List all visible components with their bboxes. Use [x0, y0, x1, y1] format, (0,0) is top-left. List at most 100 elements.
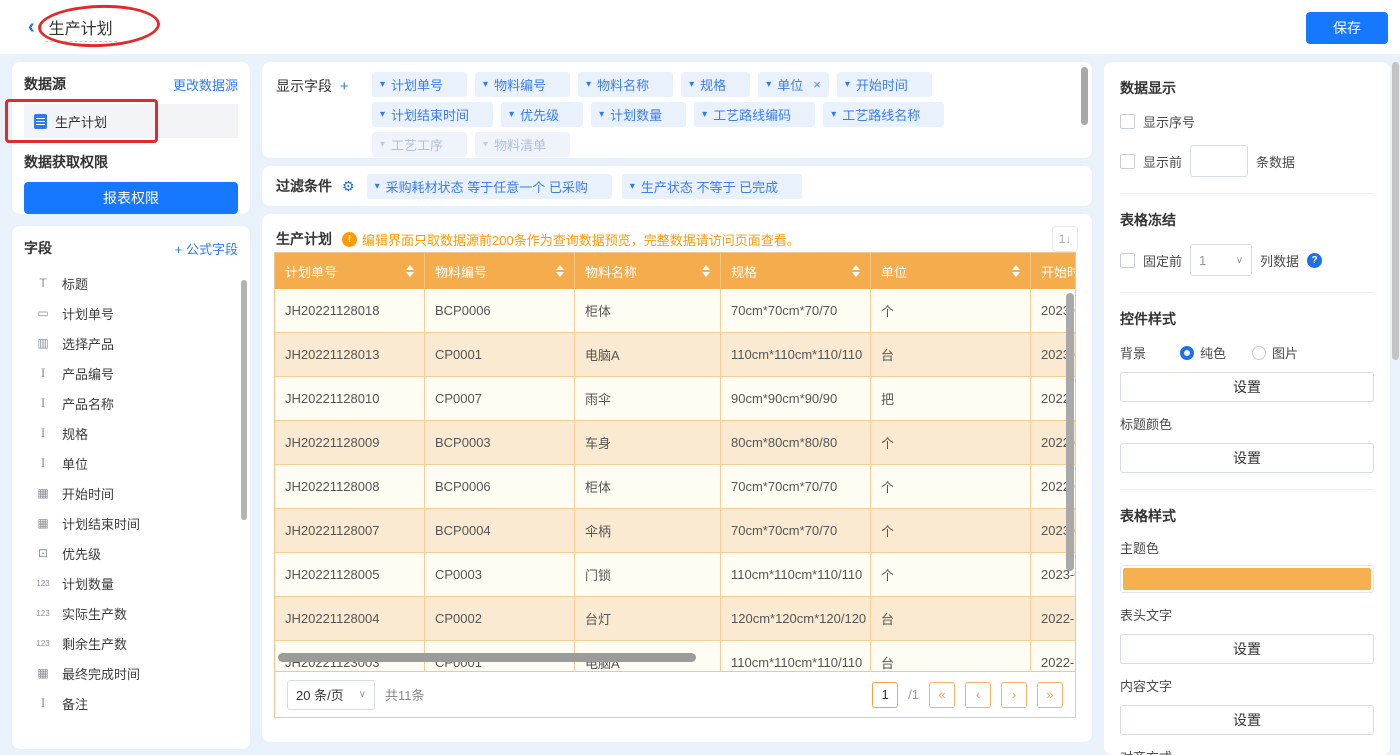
background-set-button[interactable]: 设置: [1120, 372, 1374, 402]
sort-carets-icon[interactable]: [852, 265, 860, 277]
first-page-button[interactable]: «: [929, 682, 955, 708]
field-item[interactable]: 123计划数量: [24, 568, 238, 598]
column-label: 物料编号: [435, 262, 487, 281]
prev-page-button[interactable]: ‹: [965, 682, 991, 708]
help-icon[interactable]: ?: [1307, 253, 1322, 268]
field-item[interactable]: 123剩余生产数: [24, 628, 238, 658]
table-row: JH20221128004CP0002台灯120cm*120cm*120/120…: [275, 597, 1075, 641]
filter-label: 过滤条件: [276, 176, 332, 196]
page-size-select[interactable]: 20 条/页 ∨: [287, 680, 375, 710]
title-color-set-button[interactable]: 设置: [1120, 443, 1374, 473]
field-item[interactable]: T标题: [24, 268, 238, 298]
remove-chip-icon[interactable]: ×: [813, 77, 821, 92]
display-field-chip[interactable]: ▾采购耗材状态 等于任意一个 已采购: [367, 174, 612, 199]
date-icon: ▦: [32, 516, 54, 530]
page-title[interactable]: 生产计划: [45, 13, 117, 42]
field-item[interactable]: I备注: [24, 688, 238, 718]
table-header-cell[interactable]: 规格: [721, 253, 871, 289]
sort-tool-button[interactable]: 1↓: [1052, 226, 1078, 252]
datasource-title: 数据源: [24, 74, 66, 94]
display-field-chip[interactable]: ▾计划单号: [372, 72, 467, 97]
filter-chips: ▾采购耗材状态 等于任意一个 已采购 ▾生产状态 不等于 已完成: [367, 174, 803, 199]
display-field-chip[interactable]: ▾单位×: [758, 72, 829, 97]
theme-color-swatch[interactable]: [1120, 565, 1374, 593]
report-permission-button[interactable]: 报表权限: [24, 182, 238, 214]
display-fields-scrollbar[interactable]: [1081, 67, 1088, 125]
table-header-cell[interactable]: 物料名称: [575, 253, 721, 289]
field-item[interactable]: I产品编号: [24, 358, 238, 388]
bg-image-radio[interactable]: [1252, 346, 1266, 360]
save-button[interactable]: 保存: [1306, 12, 1388, 44]
display-field-chip[interactable]: ▾生产状态 不等于 已完成: [622, 174, 802, 199]
show-first-count-input[interactable]: [1190, 145, 1248, 177]
display-field-chip[interactable]: ▾物料编号: [475, 72, 570, 97]
datasource-item-label: 生产计划: [55, 112, 107, 131]
freeze-checkbox[interactable]: [1120, 253, 1135, 268]
table-horizontal-scrollbar[interactable]: [278, 653, 696, 662]
table-widget[interactable]: 计划单号物料编号物料名称规格单位开始时间 JH20221128018BCP000…: [274, 252, 1076, 718]
datasource-item[interactable]: 生产计划: [24, 104, 238, 138]
sort-carets-icon[interactable]: [556, 265, 564, 277]
table-cell: 雨伞: [575, 377, 721, 421]
page-number-input[interactable]: 1: [872, 682, 898, 708]
sort-carets-icon[interactable]: [1012, 265, 1020, 277]
number-icon: 123: [32, 579, 54, 588]
display-field-chip[interactable]: ▾计划结束时间: [372, 102, 493, 127]
table-cell: 个: [871, 289, 1031, 333]
display-field-chip[interactable]: ▾开始时间: [837, 72, 932, 97]
field-item[interactable]: I单位: [24, 448, 238, 478]
column-label: 计划单号: [285, 262, 337, 281]
add-display-field-button[interactable]: +: [340, 78, 349, 95]
display-field-chip[interactable]: ▾计划数量: [591, 102, 686, 127]
filter-settings-gear-icon[interactable]: ⚙: [342, 178, 355, 195]
table-cell: CP0003: [425, 553, 575, 597]
bg-solid-radio[interactable]: [1180, 346, 1194, 360]
field-item[interactable]: I产品名称: [24, 388, 238, 418]
field-item[interactable]: ▥选择产品: [24, 328, 238, 358]
fields-title: 字段: [24, 238, 52, 258]
table-header-cell[interactable]: 计划单号: [275, 253, 425, 289]
field-item[interactable]: ▦最终完成时间: [24, 658, 238, 688]
display-field-chip[interactable]: ▾物料名称: [578, 72, 673, 97]
display-field-chip[interactable]: ▾工艺路线编码: [694, 102, 815, 127]
chip-label: 优先级: [520, 105, 559, 124]
display-field-chip[interactable]: ▾规格: [681, 72, 750, 97]
dropdown-icon: ⊡: [32, 546, 54, 560]
next-page-button[interactable]: ›: [1001, 682, 1027, 708]
display-field-chip[interactable]: ▾工艺路线名称: [823, 102, 944, 127]
table-header-cell[interactable]: 开始时间: [1031, 253, 1075, 289]
chip-label: 生产状态 不等于 已完成: [641, 177, 778, 196]
table-vertical-scrollbar[interactable]: [1066, 293, 1074, 571]
field-item[interactable]: 123实际生产数: [24, 598, 238, 628]
change-datasource-link[interactable]: 更改数据源: [173, 75, 238, 94]
column-label: 单位: [881, 262, 907, 281]
fields-scrollbar[interactable]: [241, 280, 247, 520]
field-item[interactable]: ▦计划结束时间: [24, 508, 238, 538]
table-header-cell[interactable]: 物料编号: [425, 253, 575, 289]
show-first-checkbox[interactable]: [1120, 154, 1135, 169]
table-cell: 70cm*70cm*70/70: [721, 465, 871, 509]
warning-text: 编辑界面只取数据源前200条作为查询数据预览，完整数据请访问页面查看。: [362, 230, 800, 249]
table-header-cell[interactable]: 单位: [871, 253, 1031, 289]
field-item[interactable]: I规格: [24, 418, 238, 448]
table-cell: 70cm*70cm*70/70: [721, 509, 871, 553]
field-item-label: 标题: [62, 274, 88, 293]
display-field-chip[interactable]: ▾优先级: [501, 102, 583, 127]
add-formula-field-link[interactable]: + 公式字段: [175, 239, 238, 258]
field-item[interactable]: ▭计划单号: [24, 298, 238, 328]
chevron-down-icon: ▾: [380, 139, 385, 150]
window-scrollbar[interactable]: [1392, 62, 1399, 360]
show-index-checkbox[interactable]: [1120, 114, 1135, 129]
chevron-down-icon: ▾: [831, 109, 836, 120]
sort-asc-icon: [852, 265, 860, 270]
sort-carets-icon[interactable]: [702, 265, 710, 277]
content-text-set-button[interactable]: 设置: [1120, 705, 1374, 735]
field-item[interactable]: ⊡优先级: [24, 538, 238, 568]
last-page-button[interactable]: »: [1037, 682, 1063, 708]
freeze-count-select[interactable]: 1 ∨: [1190, 244, 1252, 276]
field-item[interactable]: ▦开始时间: [24, 478, 238, 508]
back-icon[interactable]: ‹: [28, 16, 35, 39]
header-text-set-button[interactable]: 设置: [1120, 634, 1374, 664]
sort-carets-icon[interactable]: [406, 265, 414, 277]
chip-label: 工艺工序: [391, 135, 443, 154]
